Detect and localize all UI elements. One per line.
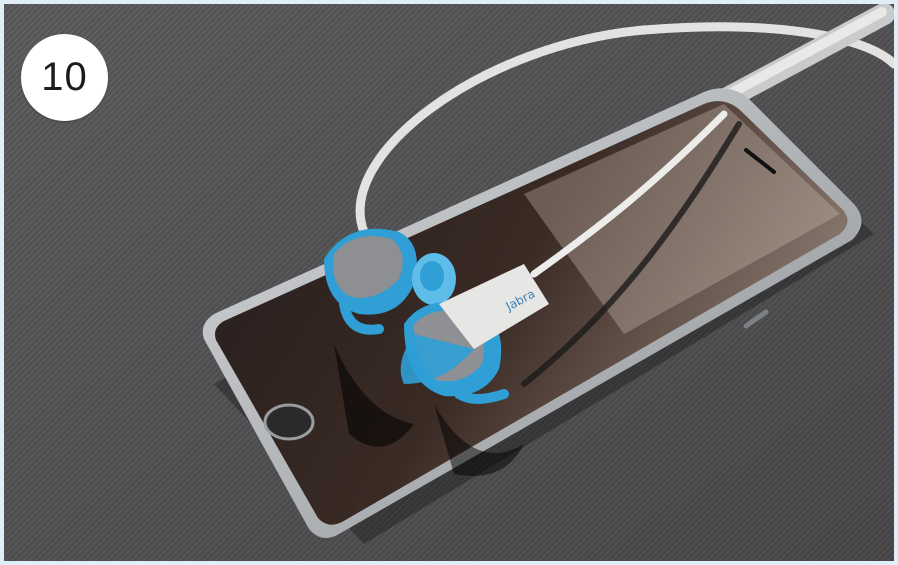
- photo-illustration: Jabra: [4, 4, 894, 561]
- product-photo: Jabra: [4, 4, 894, 561]
- image-frame: Jabra 10: [0, 0, 898, 565]
- badge-number: 10: [41, 55, 88, 99]
- home-button: [263, 403, 315, 441]
- number-badge: 10: [21, 34, 108, 121]
